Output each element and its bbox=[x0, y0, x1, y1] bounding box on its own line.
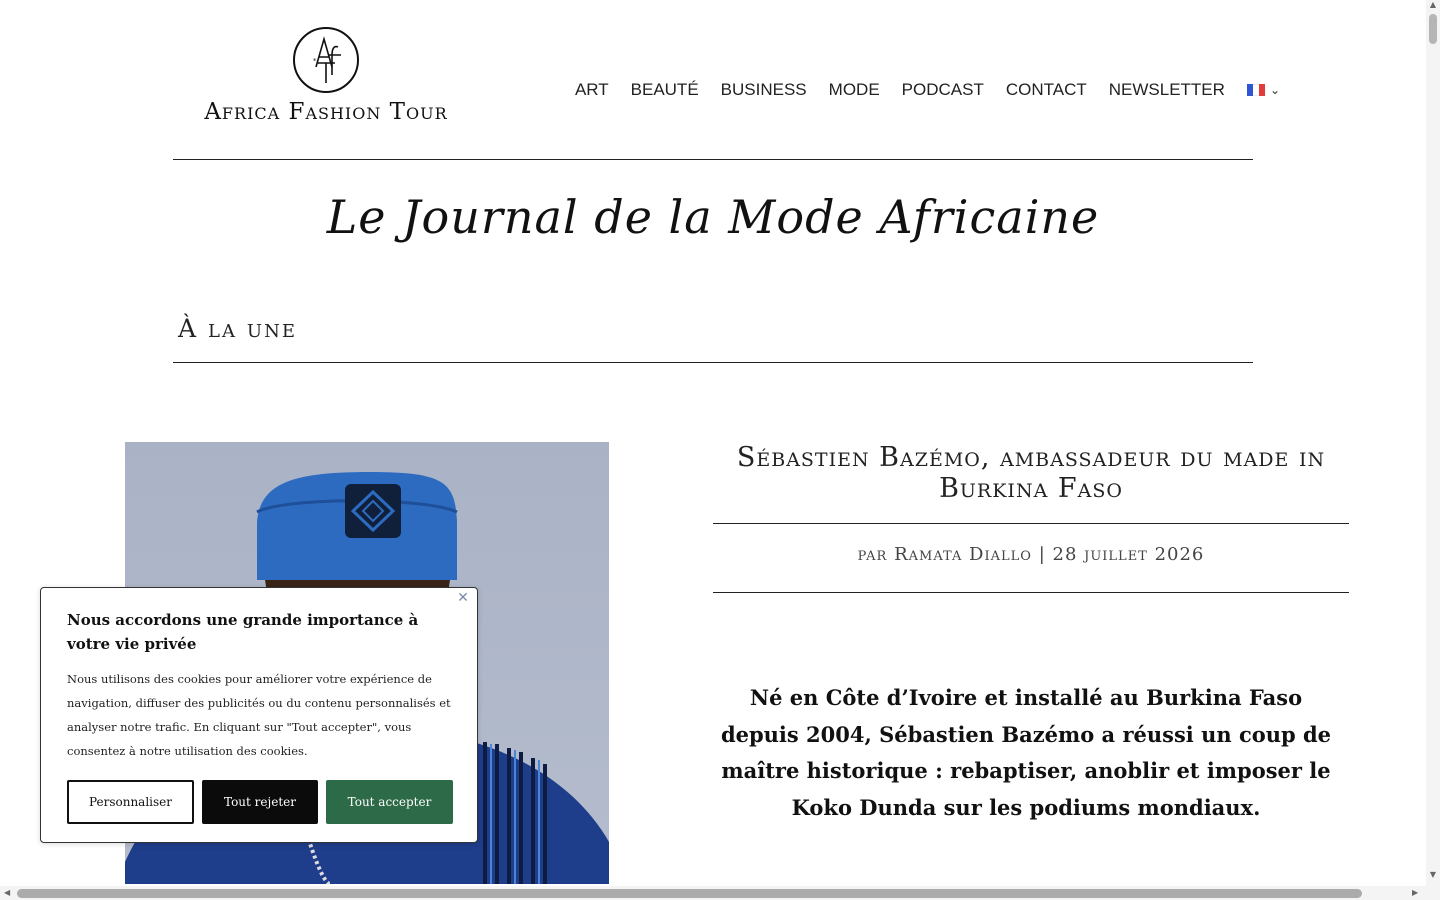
nav-item-beaute[interactable]: BEAUTÉ bbox=[631, 80, 699, 100]
chevron-down-icon: ⌄ bbox=[1269, 83, 1280, 97]
article-title-divider bbox=[713, 523, 1349, 524]
article-meta: par Ramata Diallo | 28 juillet 2026 bbox=[713, 544, 1349, 565]
vertical-scroll-thumb[interactable] bbox=[1429, 14, 1437, 44]
language-switcher[interactable]: ⌄ bbox=[1246, 83, 1280, 97]
nav-item-mode[interactable]: MODE bbox=[829, 80, 880, 100]
customize-button[interactable]: Personnaliser bbox=[67, 780, 194, 824]
page: * Africa Fashion Tour ART BEAUTÉ BUSINES… bbox=[0, 0, 1426, 884]
scroll-right-icon[interactable]: ▶ bbox=[1412, 886, 1418, 900]
section-divider bbox=[173, 362, 1253, 363]
scroll-left-icon[interactable]: ◀ bbox=[4, 886, 10, 900]
meta-separator: | bbox=[1038, 544, 1046, 565]
logo-mark-icon: * bbox=[293, 27, 359, 93]
meta-prefix: par bbox=[857, 544, 888, 565]
cookie-actions: Personnaliser Tout rejeter Tout accepter bbox=[67, 780, 453, 824]
cookie-title: Nous accordons une grande importance à v… bbox=[67, 611, 419, 653]
accept-all-button[interactable]: Tout accepter bbox=[326, 780, 453, 824]
nav-item-newsletter[interactable]: NEWSLETTER bbox=[1109, 80, 1225, 100]
cookie-body: Nous utilisons des cookies pour améliore… bbox=[67, 672, 451, 758]
reject-all-button[interactable]: Tout rejeter bbox=[202, 780, 318, 824]
header-divider bbox=[173, 159, 1253, 160]
scrollbar-corner bbox=[1426, 886, 1440, 900]
cookie-consent-banner: ✕ Nous accordons une grande importance à… bbox=[40, 587, 478, 843]
scroll-down-icon[interactable]: ▼ bbox=[1426, 870, 1440, 879]
fr-flag-icon bbox=[1246, 84, 1265, 96]
article-lead: Né en Côte d’Ivoire et installé au Burki… bbox=[720, 685, 1332, 820]
article-title[interactable]: Sébastien Bazémo, ambassadeur du made in… bbox=[713, 442, 1349, 504]
article-meta-divider bbox=[713, 592, 1349, 593]
svg-text:*: * bbox=[313, 57, 317, 65]
scroll-up-icon[interactable]: ▲ bbox=[1426, 0, 1440, 9]
close-icon[interactable]: ✕ bbox=[455, 590, 471, 606]
nav-item-podcast[interactable]: PODCAST bbox=[902, 80, 984, 100]
horizontal-scrollbar[interactable]: ◀ ▶ bbox=[0, 886, 1426, 900]
logo-text: Africa Fashion Tour bbox=[204, 99, 448, 125]
vertical-scrollbar[interactable]: ▲ ▼ bbox=[1426, 0, 1440, 886]
nav-item-contact[interactable]: CONTACT bbox=[1006, 80, 1087, 100]
main-nav: ART BEAUTÉ BUSINESS MODE PODCAST CONTACT… bbox=[553, 80, 1280, 100]
nav-item-business[interactable]: BUSINESS bbox=[721, 80, 807, 100]
nav-item-art[interactable]: ART bbox=[575, 80, 609, 100]
horizontal-scroll-thumb[interactable] bbox=[17, 889, 1362, 898]
site-logo[interactable]: * Africa Fashion Tour bbox=[198, 25, 454, 125]
section-heading: À la une bbox=[178, 314, 297, 343]
journal-title: Le Journal de la Mode Africaine bbox=[326, 190, 1100, 244]
article-date: 28 juillet 2026 bbox=[1052, 544, 1205, 565]
author-link[interactable]: Ramata Diallo bbox=[894, 544, 1032, 565]
